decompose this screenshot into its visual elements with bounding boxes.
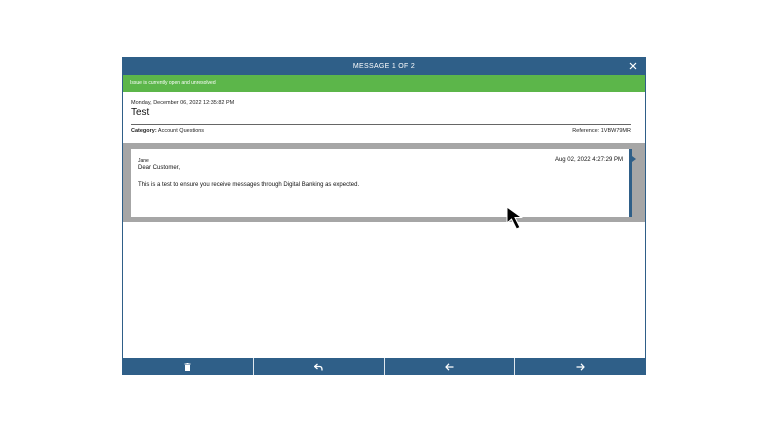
message-subject: Test xyxy=(131,107,150,118)
close-icon xyxy=(629,62,637,70)
message-header: Monday, December 06, 2022 12:35:82 PM Te… xyxy=(123,92,645,143)
issue-status-banner: Issue is currently open and unresolved xyxy=(123,75,645,92)
next-message-button[interactable] xyxy=(514,358,645,375)
trash-icon xyxy=(184,362,191,371)
message-reference: Reference: 1VBW79MR xyxy=(572,128,631,134)
message-pointer-icon xyxy=(632,156,636,162)
message-category: Category: Account Questions xyxy=(131,128,204,134)
message-body: This is a test to ensure you receive mes… xyxy=(138,182,360,188)
message-dialog: MESSAGE 1 OF 2 Issue is currently open a… xyxy=(122,57,646,375)
message-card[interactable]: Jane Aug 02, 2022 4:27:29 PM Dear Custom… xyxy=(131,149,632,217)
previous-message-button[interactable] xyxy=(383,358,515,375)
header-divider xyxy=(131,124,631,125)
message-thread[interactable]: Jane Aug 02, 2022 4:27:29 PM Dear Custom… xyxy=(123,143,645,222)
mouse-pointer-icon xyxy=(506,206,524,230)
message-toolbar xyxy=(123,358,645,375)
dialog-titlebar: MESSAGE 1 OF 2 xyxy=(123,58,645,75)
close-button[interactable] xyxy=(627,58,639,75)
message-timestamp: Aug 02, 2022 4:27:29 PM xyxy=(554,157,623,163)
reply-button[interactable] xyxy=(252,358,384,375)
issue-status-text: Issue is currently open and unresolved xyxy=(130,80,216,86)
reply-icon xyxy=(314,363,323,370)
arrow-right-icon xyxy=(576,362,585,371)
category-label: Category: xyxy=(131,128,157,134)
message-greeting: Dear Customer, xyxy=(138,165,181,171)
dialog-title: MESSAGE 1 OF 2 xyxy=(352,63,416,70)
category-value: Account Questions xyxy=(156,128,205,134)
delete-button[interactable] xyxy=(123,358,253,375)
message-date: Monday, December 06, 2022 12:35:82 PM xyxy=(131,100,235,106)
arrow-left-icon xyxy=(445,362,454,371)
message-sender: Jane xyxy=(138,158,149,164)
